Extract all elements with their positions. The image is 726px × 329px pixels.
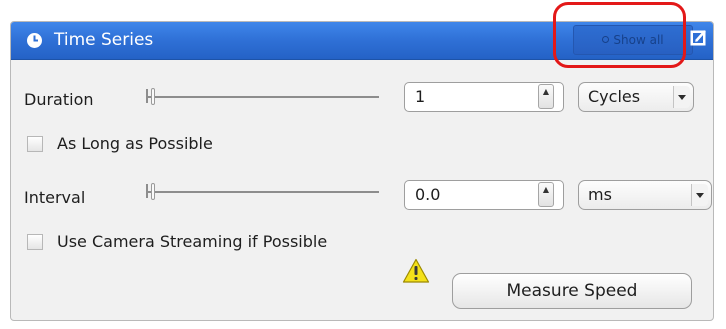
slider-thumb[interactable] xyxy=(151,88,155,105)
clock-icon xyxy=(27,33,42,48)
slider-track xyxy=(146,96,379,98)
interval-spin-up-button[interactable]: ▲ xyxy=(538,182,554,207)
show-all-button[interactable]: Show all xyxy=(573,25,693,55)
measure-speed-button[interactable]: Measure Speed xyxy=(452,273,692,309)
chevron-down-icon[interactable] xyxy=(691,184,708,206)
duration-unit-select[interactable]: Cycles xyxy=(578,82,694,112)
warning-icon xyxy=(402,258,430,283)
panel-titlebar: Time Series Show all xyxy=(11,22,713,60)
as-long-as-possible-checkbox[interactable] xyxy=(27,136,43,152)
chevron-down-icon[interactable] xyxy=(673,86,690,108)
duration-unit-value: Cycles xyxy=(588,87,641,106)
panel-title: Time Series xyxy=(54,30,154,50)
interval-unit-value: ms xyxy=(588,185,612,204)
slider-track xyxy=(146,191,379,193)
radio-dot-icon xyxy=(602,36,610,43)
camera-streaming-checkbox[interactable] xyxy=(27,234,43,250)
as-long-as-possible-label: As Long as Possible xyxy=(57,134,213,153)
interval-label: Interval xyxy=(24,188,86,207)
slider-thumb[interactable] xyxy=(151,183,155,200)
edit-checkbox-icon[interactable] xyxy=(690,28,708,46)
camera-streaming-label: Use Camera Streaming if Possible xyxy=(57,232,328,251)
show-all-label: Show all xyxy=(613,33,664,47)
duration-spin-up-button[interactable]: ▲ xyxy=(538,84,554,109)
duration-label: Duration xyxy=(24,90,94,109)
interval-unit-select[interactable]: ms xyxy=(578,180,712,210)
